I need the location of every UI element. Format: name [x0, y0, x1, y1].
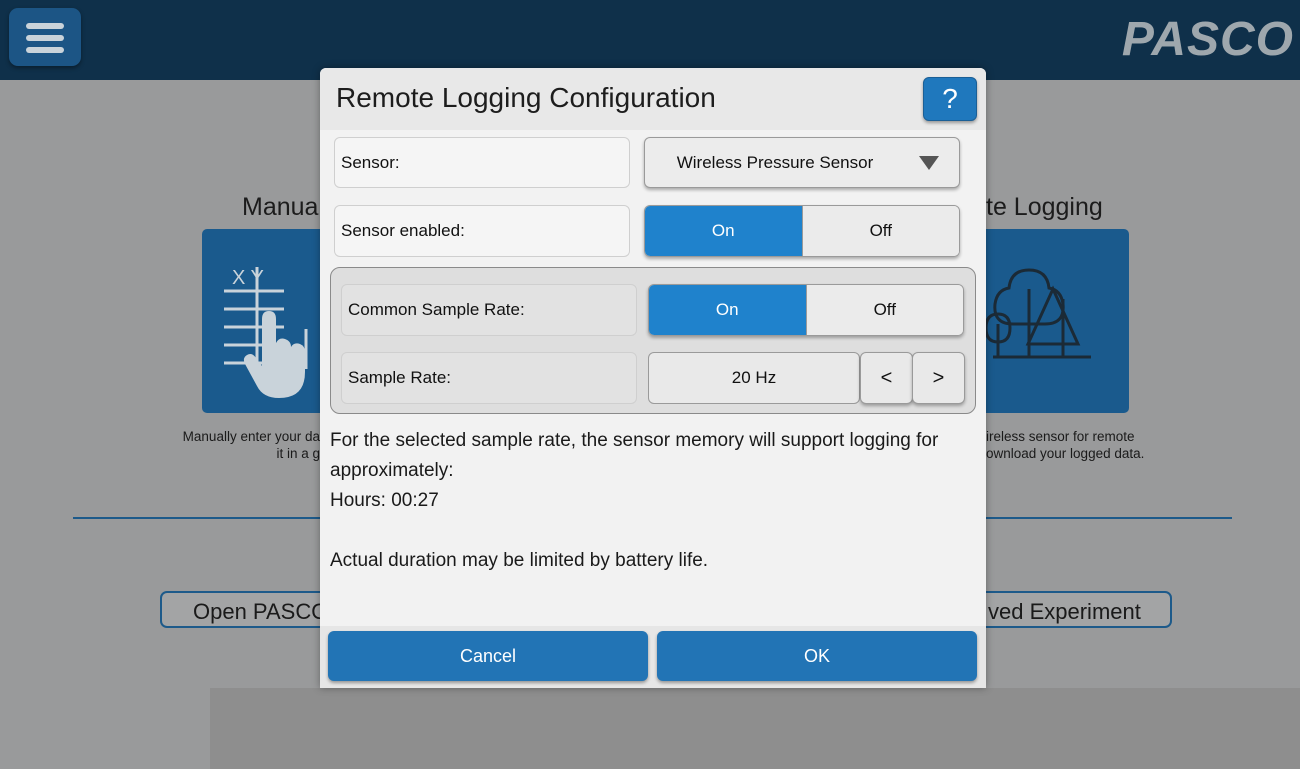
sensor-dropdown[interactable]: Wireless Pressure Sensor [644, 137, 960, 188]
dialog-footer: Cancel OK [320, 626, 986, 688]
sample-rate-increment-button[interactable]: > [912, 352, 965, 404]
common-sample-rate-on[interactable]: On [649, 285, 806, 335]
sensor-enabled-off[interactable]: Off [801, 206, 959, 256]
manual-desc-line-2: it in a g [276, 446, 320, 461]
open-pasco-experiment-button[interactable]: Open PASCO [160, 591, 340, 628]
sensor-dropdown-value: Wireless Pressure Sensor [676, 153, 874, 172]
hamburger-menu-button[interactable] [9, 8, 81, 66]
xy-label: X Y [232, 267, 264, 289]
cancel-button[interactable]: Cancel [328, 631, 648, 681]
open-saved-experiment-button[interactable]: ved Experiment [960, 591, 1172, 628]
common-sample-rate-toggle: On Off [648, 284, 964, 336]
remote-desc-line-1: ireless sensor for remote [986, 429, 1135, 444]
memory-info-text: For the selected sample rate, the sensor… [330, 430, 939, 481]
ok-button[interactable]: OK [657, 631, 977, 681]
common-sample-rate-off[interactable]: Off [805, 285, 963, 335]
remote-logging-description: ireless sensor for remote ownload your l… [986, 428, 1166, 462]
menu-icon-bar [26, 47, 64, 53]
sample-rate-decrement-button[interactable]: < [860, 352, 913, 404]
background-shade [210, 688, 1300, 769]
menu-icon-bar [26, 35, 64, 41]
help-button[interactable]: ? [923, 77, 977, 121]
remote-desc-line-2: ownload your logged data. [986, 446, 1145, 461]
sensor-enabled-on[interactable]: On [645, 206, 802, 256]
sensor-label: Sensor: [334, 137, 630, 188]
sample-rate-group: Common Sample Rate: On Off Sample Rate: … [330, 267, 976, 414]
memory-info: For the selected sample rate, the sensor… [330, 426, 970, 576]
memory-info-hours: Hours: 00:27 [330, 490, 439, 511]
manual-entry-title: Manua [242, 193, 319, 221]
remote-logging-dialog: Remote Logging Configuration ? Sensor: W… [320, 68, 986, 688]
manual-desc-line-1: Manually enter your da [182, 429, 320, 444]
chevron-down-icon [919, 156, 939, 170]
battery-note: Actual duration may be limited by batter… [330, 550, 709, 571]
sample-rate-value: 20 Hz [648, 352, 860, 404]
dialog-header: Remote Logging Configuration ? [320, 68, 986, 130]
dialog-title: Remote Logging Configuration [336, 82, 716, 113]
sensor-enabled-toggle: On Off [644, 205, 960, 257]
manual-entry-description: Manually enter your da it in a g [160, 428, 320, 462]
menu-icon-bar [26, 23, 64, 29]
common-sample-rate-label: Common Sample Rate: [341, 284, 637, 336]
sample-rate-label: Sample Rate: [341, 352, 637, 404]
sensor-enabled-label: Sensor enabled: [334, 205, 630, 257]
pasco-logo: PASCO [1121, 13, 1294, 66]
remote-logging-title: te Logging [986, 193, 1103, 221]
